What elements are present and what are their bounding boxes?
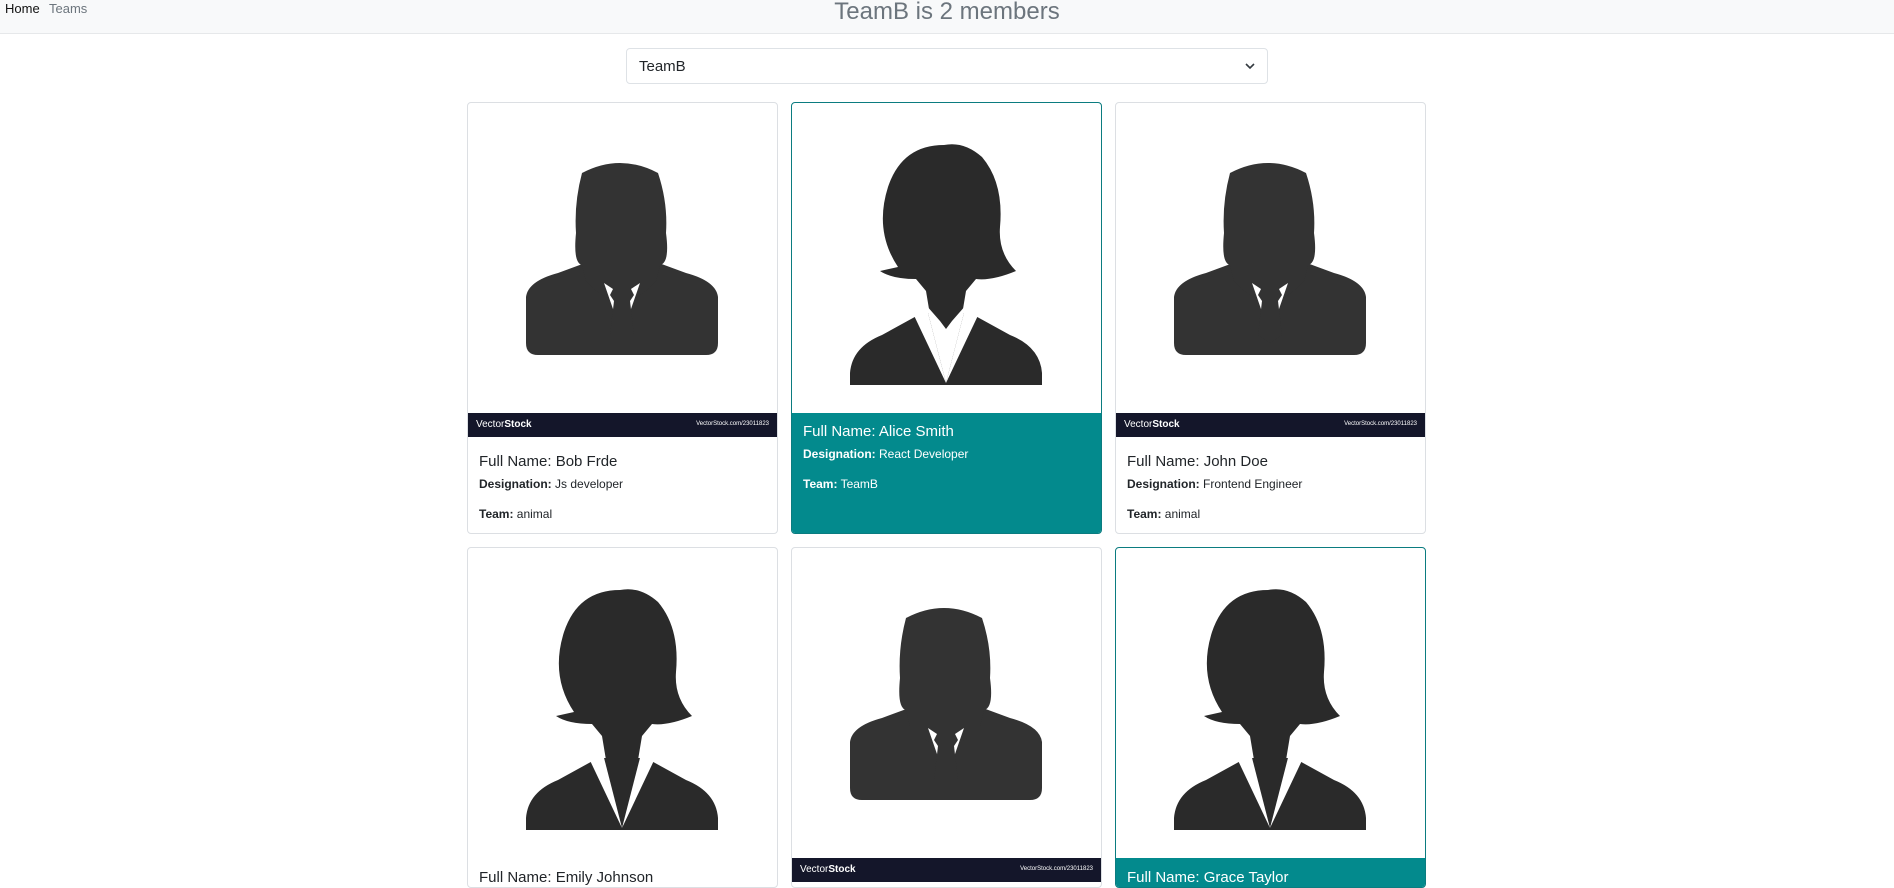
member-designation: Designation: Js developer	[479, 477, 624, 491]
member-card-body: Full Name: Alice Smith Designation: Reac…	[792, 413, 1101, 533]
member-card-body: Full Name: Bob Frde Designation: Js deve…	[468, 447, 777, 533]
member-name: Full Name: Emily Johnson	[479, 869, 654, 886]
member-card[interactable]: Full Name: Alice Smith Designation: Reac…	[791, 102, 1102, 534]
stock-watermark: VectorStock VectorStock.com/23011823	[1116, 413, 1425, 437]
member-designation: Designation: React Developer	[803, 447, 969, 461]
member-photo	[468, 103, 777, 413]
female-avatar-icon	[1174, 589, 1366, 830]
member-name: Full Name: Grace Taylor	[1127, 869, 1289, 886]
member-card[interactable]: VectorStock VectorStock.com/23011823 Ful…	[467, 102, 778, 534]
member-name: Full Name: John Doe	[1127, 453, 1268, 470]
member-photo	[1116, 103, 1425, 413]
stock-watermark: VectorStock VectorStock.com/23011823	[792, 858, 1101, 882]
female-avatar-icon	[850, 144, 1042, 385]
member-card-body: Full Name: John Doe Designation: Fronten…	[1116, 447, 1425, 533]
member-card[interactable]: VectorStock VectorStock.com/23011823 Ful…	[1115, 102, 1426, 534]
female-avatar-icon	[526, 589, 718, 830]
member-designation: Designation: Frontend Engineer	[1127, 477, 1303, 491]
member-photo	[1116, 548, 1425, 858]
page-title: TeamB is 2 members	[834, 0, 1060, 25]
member-photo	[792, 103, 1101, 413]
male-avatar-icon	[850, 608, 1042, 800]
member-team: Team: animal	[479, 507, 553, 521]
stock-watermark: VectorStock VectorStock.com/23011823	[468, 413, 777, 437]
member-name: Full Name: Alice Smith	[803, 423, 954, 440]
member-card[interactable]: VectorStock VectorStock.com/23011823	[791, 547, 1102, 888]
member-photo	[792, 548, 1101, 858]
team-select-value: TeamB	[639, 58, 686, 75]
member-card-body: Full Name: Grace Taylor	[1116, 858, 1425, 887]
chevron-down-icon	[1245, 63, 1255, 70]
team-select[interactable]: TeamB	[626, 48, 1268, 84]
male-avatar-icon	[526, 163, 718, 355]
member-photo	[468, 548, 777, 858]
member-card[interactable]: Full Name: Grace Taylor	[1115, 547, 1426, 888]
member-card[interactable]: Full Name: Emily Johnson	[467, 547, 778, 888]
member-card-body: Full Name: Emily Johnson	[468, 858, 777, 887]
member-name: Full Name: Bob Frde	[479, 453, 618, 470]
member-team: Team: TeamB	[803, 477, 878, 491]
male-avatar-icon	[1174, 163, 1366, 355]
member-team: Team: animal	[1127, 507, 1201, 521]
